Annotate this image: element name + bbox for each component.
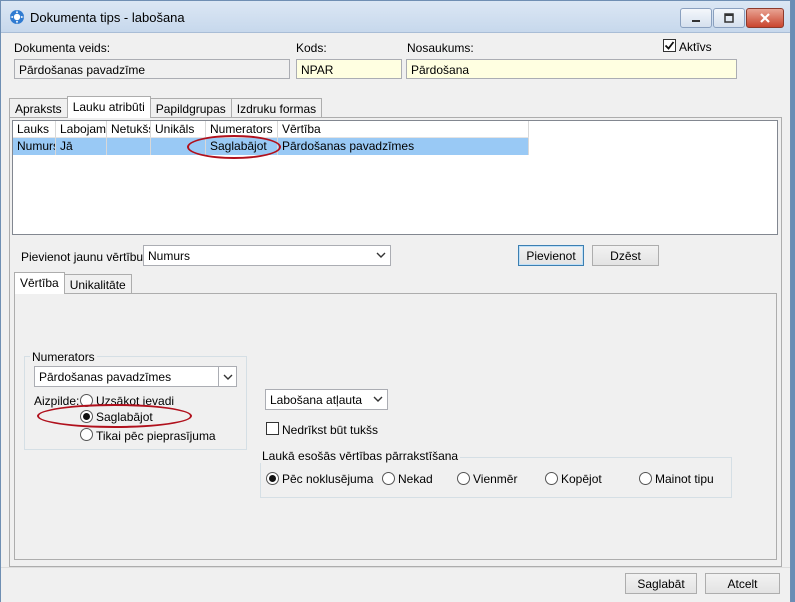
- tab-lauku-atributi[interactable]: Lauku atribūti: [66, 96, 151, 118]
- cell-netukss[interactable]: [107, 138, 151, 155]
- column-header[interactable]: Unikāls: [151, 121, 206, 138]
- add-value-select[interactable]: Numurs: [143, 245, 391, 266]
- minimize-icon: [692, 20, 700, 22]
- cell-vertiba[interactable]: Pārdošanas pavadzīmes: [278, 138, 529, 155]
- window-title: Dokumenta tips - labošana: [30, 10, 185, 25]
- overwrite-radio-never[interactable]: [382, 472, 395, 485]
- numerator-dropdown-button[interactable]: [218, 367, 236, 386]
- overwrite-group-title: Laukā esošās vērtības pārrakstīšana: [260, 449, 461, 463]
- maximize-button[interactable]: [713, 8, 745, 28]
- overwrite-radio-always[interactable]: [457, 472, 470, 485]
- fill-option-on-request: Tikai pēc pieprasījuma: [96, 429, 216, 443]
- highlight-ellipse-grid: [187, 135, 281, 159]
- minimize-button[interactable]: [680, 8, 712, 28]
- dialog-window: Dokumenta tips - labošana Dokumenta veid…: [0, 0, 791, 602]
- overwrite-option-type-change: Mainot tipu: [655, 472, 714, 486]
- overwrite-radio-default[interactable]: [266, 472, 279, 485]
- close-button[interactable]: [746, 8, 784, 28]
- not-empty-label: Nedrīkst būt tukšs: [282, 423, 379, 437]
- add-value-selected: Numurs: [148, 249, 191, 263]
- column-header[interactable]: Labojams: [56, 121, 107, 138]
- cell-labojams[interactable]: Jā: [56, 138, 107, 155]
- overwrite-option-never: Nekad: [398, 472, 433, 486]
- fill-radio-on-request[interactable]: [80, 428, 93, 441]
- highlight-ellipse-radio: [37, 404, 192, 428]
- cancel-button[interactable]: Atcelt: [705, 573, 780, 594]
- fields-grid[interactable]: Lauks Labojams Netukšs Unikāls Numerator…: [12, 120, 778, 235]
- chevron-down-icon: [373, 396, 383, 402]
- tab-unikalitate[interactable]: Unikalitāte: [63, 274, 132, 294]
- overwrite-radio-type-change[interactable]: [639, 472, 652, 485]
- grid-header-row: Lauks Labojams Netukšs Unikāls Numerator…: [13, 121, 529, 138]
- code-field[interactable]: NPAR: [296, 59, 402, 79]
- checkmark-icon: [664, 41, 675, 50]
- title-bar[interactable]: Dokumenta tips - labošana: [1, 1, 790, 33]
- delete-button[interactable]: Dzēst: [592, 245, 659, 266]
- chevron-down-icon: [376, 252, 386, 258]
- tab-izdruku-formas[interactable]: Izdruku formas: [230, 98, 323, 118]
- overwrite-radio-copying[interactable]: [545, 472, 558, 485]
- cell-lauks[interactable]: Numurs: [13, 138, 56, 155]
- sub-tabs: Vērtība Unikalitāte: [14, 272, 132, 294]
- active-checkbox[interactable]: [663, 39, 676, 52]
- maximize-icon: [724, 13, 734, 23]
- column-header[interactable]: Vērtība: [278, 121, 529, 138]
- column-header[interactable]: Lauks: [13, 121, 56, 138]
- name-label: Nosaukums:: [407, 41, 474, 55]
- tab-papildgrupas[interactable]: Papildgrupas: [149, 98, 232, 118]
- code-label: Kods:: [296, 41, 327, 55]
- editing-select[interactable]: Labošana atļauta: [265, 389, 388, 410]
- overwrite-option-always: Vienmēr: [473, 472, 518, 486]
- column-header[interactable]: Netukšs: [107, 121, 151, 138]
- add-value-label: Pievienot jaunu vērtību:: [21, 250, 147, 264]
- editing-selected: Labošana atļauta: [270, 393, 363, 407]
- numerator-select[interactable]: Pārdošanas pavadzīmes: [34, 366, 237, 387]
- active-label: Aktīvs: [679, 40, 712, 54]
- add-button[interactable]: Pievienot: [518, 245, 584, 266]
- tab-vertiba[interactable]: Vērtība: [14, 272, 65, 294]
- close-icon: [760, 13, 770, 23]
- doc-type-field[interactable]: Pārdošanas pavadzīme: [14, 59, 290, 79]
- name-field[interactable]: Pārdošana: [406, 59, 737, 79]
- overwrite-option-default: Pēc noklusējuma: [282, 472, 374, 486]
- save-button[interactable]: Saglabāt: [625, 573, 697, 594]
- main-tabs: Apraksts Lauku atribūti Papildgrupas Izd…: [9, 96, 323, 118]
- numerator-group-title: Numerators: [30, 350, 97, 364]
- not-empty-checkbox[interactable]: [266, 422, 279, 435]
- chevron-down-icon: [223, 374, 232, 380]
- overwrite-option-copying: Kopējot: [561, 472, 602, 486]
- doc-type-label: Dokumenta veids:: [14, 41, 111, 55]
- gear-app-icon: [10, 10, 24, 24]
- tab-apraksts[interactable]: Apraksts: [9, 98, 68, 118]
- numerator-selected: Pārdošanas pavadzīmes: [39, 370, 172, 384]
